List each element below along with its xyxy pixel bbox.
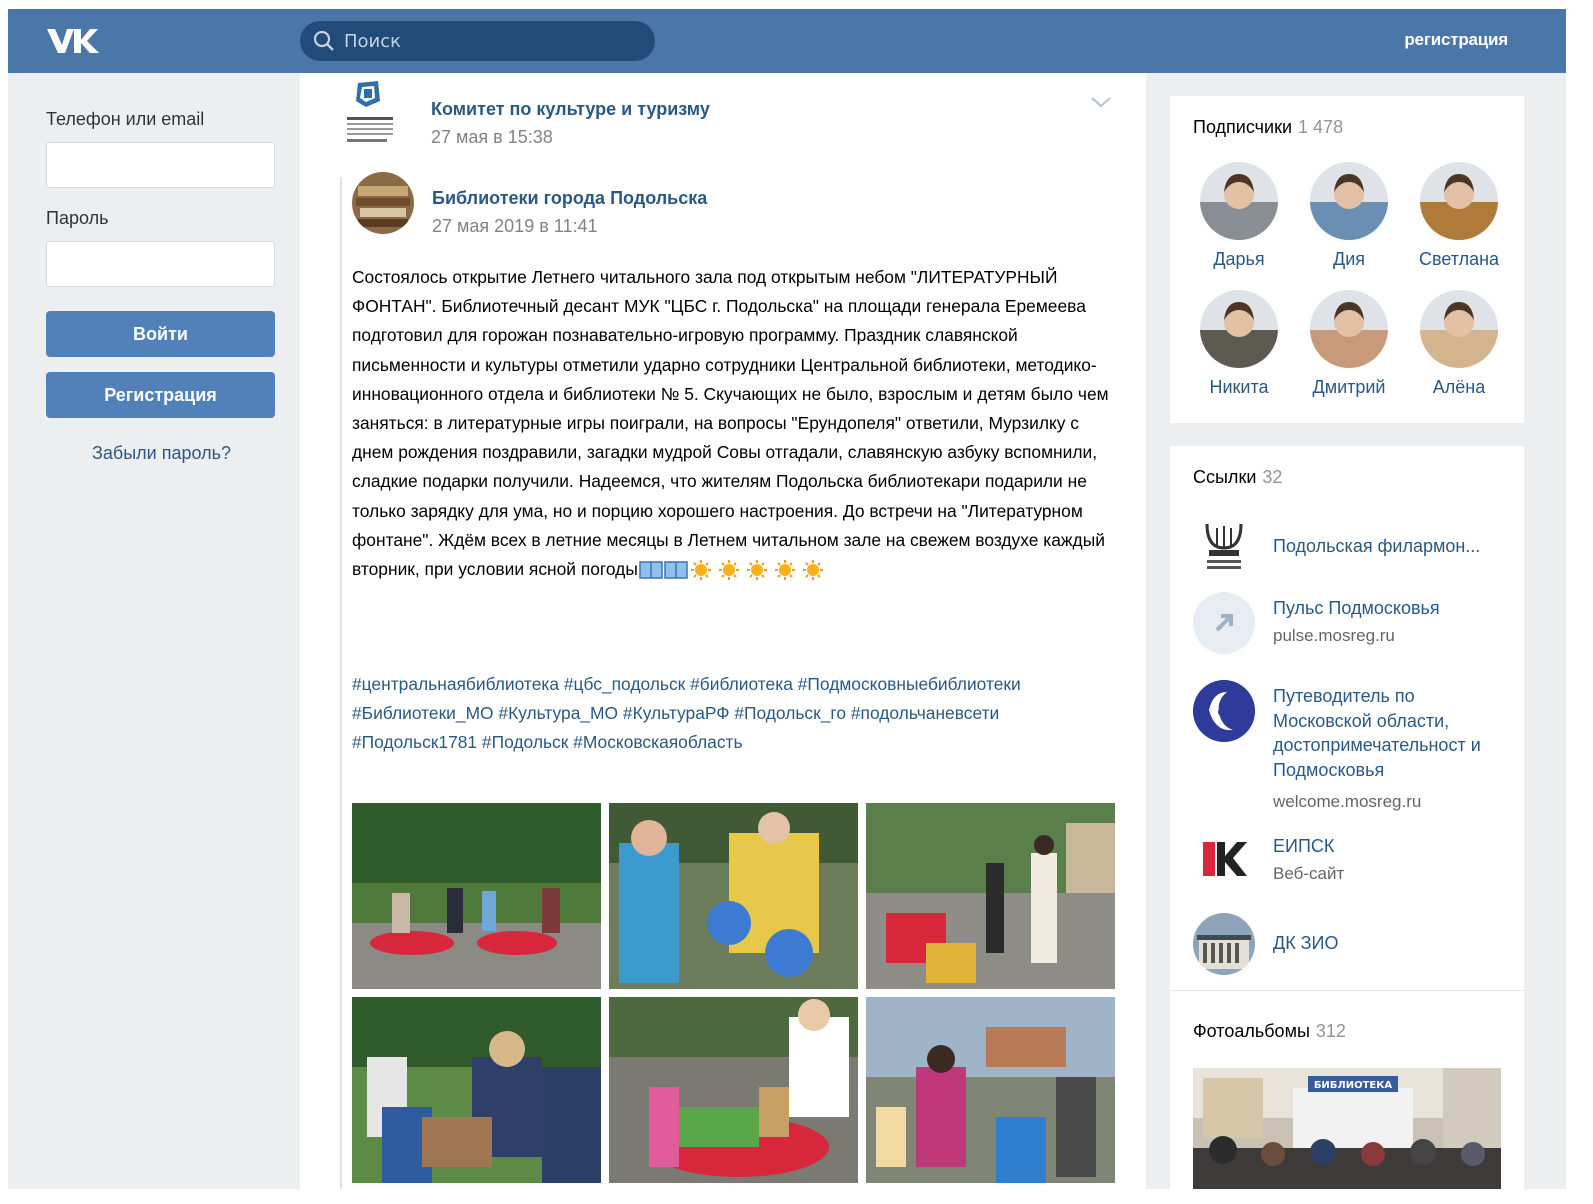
subscriber-name[interactable]: Дмитрий xyxy=(1294,377,1404,398)
avatar[interactable] xyxy=(1200,162,1278,240)
avatar[interactable] xyxy=(1420,290,1498,368)
subscriber-item[interactable]: Алёна xyxy=(1404,290,1514,398)
post-date[interactable]: 27 мая в 15:38 xyxy=(431,127,553,148)
login-button[interactable]: Войти xyxy=(46,311,275,357)
subscriber-item[interactable]: Никита xyxy=(1184,290,1294,398)
post-author-link[interactable]: Комитет по культуре и туризму xyxy=(431,99,710,120)
post-photo[interactable] xyxy=(352,997,601,1183)
subscriber-name[interactable]: Алёна xyxy=(1404,377,1514,398)
phone-input[interactable] xyxy=(46,142,275,188)
avatar[interactable] xyxy=(1420,162,1498,240)
albums-count: 312 xyxy=(1315,1021,1346,1041)
book-and-sun-emoji-icon xyxy=(639,560,823,581)
links-label: Ссылки xyxy=(1193,467,1257,487)
avatar[interactable] xyxy=(1200,290,1278,368)
login-form: Телефон или email Пароль Войти Регистрац… xyxy=(46,109,277,464)
links-count: 32 xyxy=(1262,467,1283,487)
eipsk-logo-icon xyxy=(1193,830,1255,892)
avatar[interactable] xyxy=(1310,162,1388,240)
subscriber-item[interactable]: Дия xyxy=(1294,162,1404,270)
library-avatar[interactable] xyxy=(352,172,414,234)
subscriber-name[interactable]: Дия xyxy=(1294,249,1404,270)
post-photo[interactable] xyxy=(609,803,858,989)
top-header: регистрация xyxy=(8,9,1566,73)
avatar[interactable] xyxy=(1310,290,1388,368)
repost-author-link[interactable]: Библиотеки города Подольска xyxy=(432,188,707,209)
post-body: Состоялось открытие Летнего читального з… xyxy=(352,267,1109,580)
search-box[interactable] xyxy=(300,21,655,61)
links-title[interactable]: Ссылки 32 xyxy=(1193,467,1282,488)
subscribers-card: Подписчики 1 478 Дарья Дия Светлана Никита Дм… xyxy=(1170,96,1524,423)
chevron-down-icon[interactable] xyxy=(1090,95,1112,109)
subscriber-name[interactable]: Дарья xyxy=(1184,249,1294,270)
password-label: Пароль xyxy=(46,208,109,228)
subscribers-title[interactable]: Подписчики 1 478 xyxy=(1193,117,1343,138)
wall-post: Комитет по культуре и туризму 27 мая в 1… xyxy=(300,73,1146,1189)
post-photo[interactable] xyxy=(866,803,1115,989)
post-text: Состоялось открытие Летнего читального з… xyxy=(352,263,1112,584)
subscribers-grid: Дарья Дия Светлана Никита Дмитрий Алёна xyxy=(1184,162,1514,398)
arrow-link-icon xyxy=(1193,592,1255,654)
albums-title[interactable]: Фотоальбомы 312 xyxy=(1193,1021,1346,1042)
link-title[interactable]: ЕИПСК xyxy=(1273,834,1513,859)
albums-label: Фотоальбомы xyxy=(1193,1021,1310,1041)
post-photo[interactable] xyxy=(866,997,1115,1183)
vk-page: регистрация Телефон или email Пароль Вой… xyxy=(8,9,1566,1189)
albums-card: Фотоальбомы 312 БИБЛИОТЕКА xyxy=(1170,990,1524,1189)
link-subtitle: pulse.mosreg.ru xyxy=(1273,626,1395,645)
links-card: Ссылки 32 Подольская филармон... Пульс П… xyxy=(1170,446,1524,990)
post-hashtags[interactable]: #центральнаябиблиотека #цбс_подольск #би… xyxy=(352,670,1112,758)
subscriber-item[interactable]: Дмитрий xyxy=(1294,290,1404,398)
forgot-password-link[interactable]: Забыли пароль? xyxy=(46,443,277,464)
search-input[interactable] xyxy=(344,30,624,52)
post-photo[interactable] xyxy=(609,997,858,1183)
link-subtitle: Веб-сайт xyxy=(1273,864,1345,883)
repost-divider xyxy=(340,177,342,1189)
link-title[interactable]: ДК ЗИО xyxy=(1273,931,1513,956)
dk-zio-icon xyxy=(1193,913,1255,975)
link-title[interactable]: Пульс Подмосковья xyxy=(1273,596,1513,621)
subscriber-name[interactable]: Никита xyxy=(1184,377,1294,398)
link-title[interactable]: Подольская филармон... xyxy=(1273,534,1513,559)
subscribers-label: Подписчики xyxy=(1193,117,1293,137)
committee-avatar[interactable] xyxy=(344,79,398,151)
subscriber-name[interactable]: Светлана xyxy=(1404,249,1514,270)
register-button[interactable]: Регистрация xyxy=(46,372,275,418)
subscriber-item[interactable]: Светлана xyxy=(1404,162,1514,270)
vk-logo-icon[interactable] xyxy=(45,25,101,57)
subscribers-count: 1 478 xyxy=(1298,117,1344,137)
link-title[interactable]: Путеводитель по Московской области, дост… xyxy=(1273,684,1513,782)
repost-date[interactable]: 27 мая 2019 в 11:41 xyxy=(432,216,597,237)
album-cover[interactable]: БИБЛИОТЕКА xyxy=(1193,1068,1501,1189)
album-cover-sign: БИБЛИОТЕКА xyxy=(1314,1080,1393,1091)
link-subtitle: welcome.mosreg.ru xyxy=(1273,792,1422,811)
post-photo-grid xyxy=(352,803,1116,1183)
password-input[interactable] xyxy=(46,241,275,287)
post-photo[interactable] xyxy=(352,803,601,989)
subscriber-item[interactable]: Дарья xyxy=(1184,162,1294,270)
phone-label: Телефон или email xyxy=(46,109,205,129)
search-icon xyxy=(313,30,334,51)
guide-logo-icon xyxy=(1193,680,1255,742)
header-register-link[interactable]: регистрация xyxy=(1404,30,1508,50)
lyre-icon xyxy=(1193,516,1255,578)
